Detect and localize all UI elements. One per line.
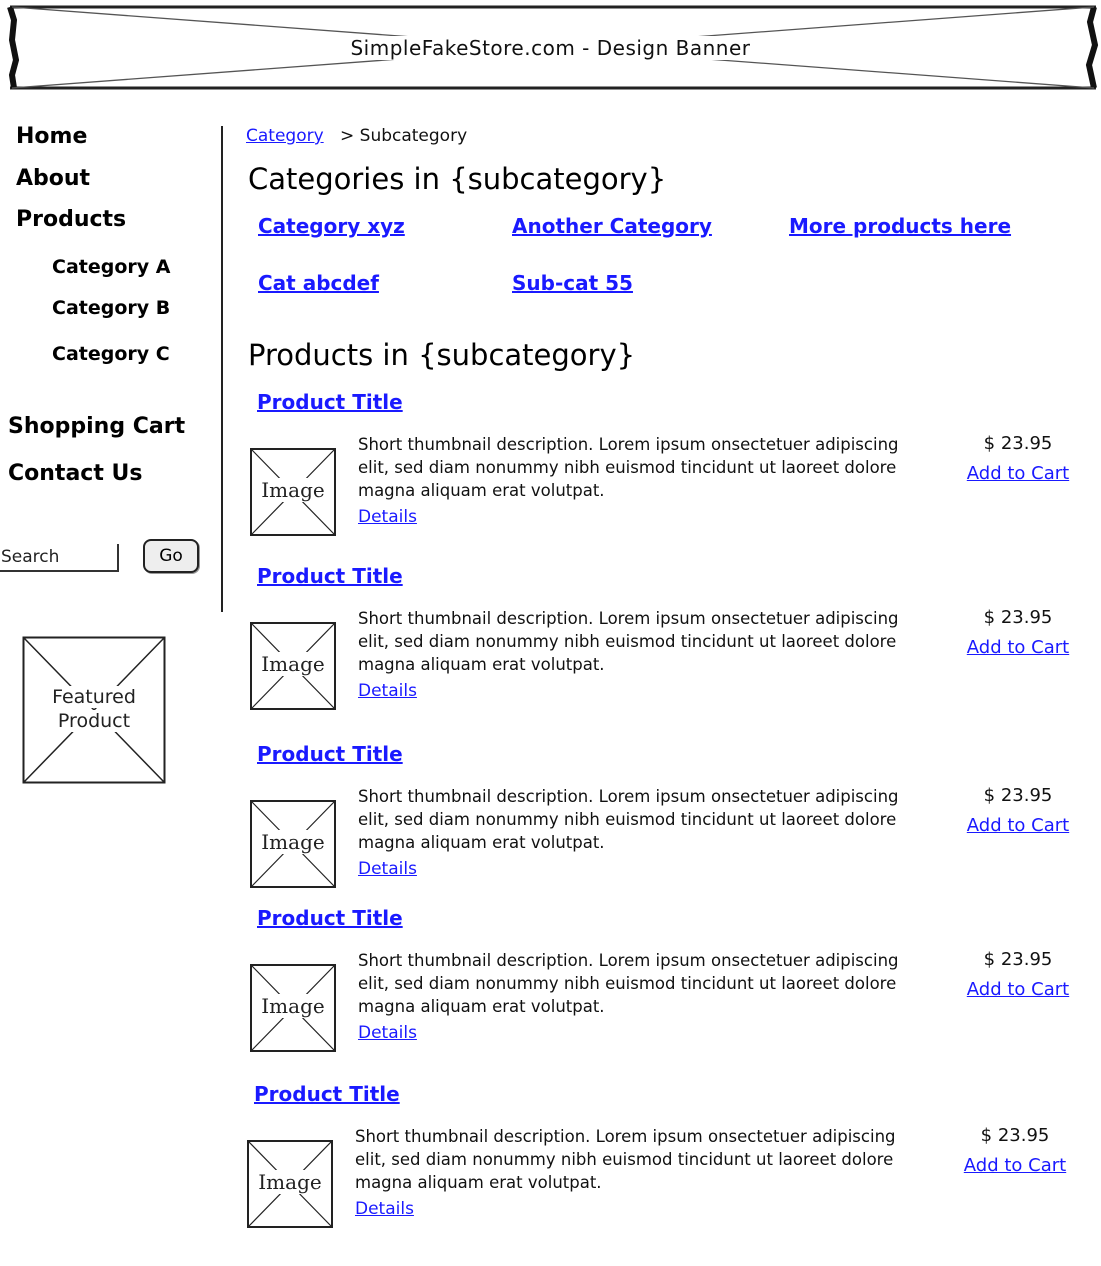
product-image-label: Image	[259, 830, 327, 854]
product-image-label: Image	[256, 1170, 324, 1194]
product-title-link[interactable]: Product Title	[254, 1082, 400, 1106]
add-to-cart-link[interactable]: Add to Cart	[960, 1155, 1070, 1176]
nav-category-c[interactable]: Category C	[52, 343, 170, 365]
nav-products[interactable]: Products	[16, 207, 126, 232]
product-price: $ 23.95	[983, 607, 1053, 628]
product-item: Product Title Image Short thumbnail desc…	[0, 904, 1101, 1074]
category-link[interactable]: Cat abcdef	[258, 271, 379, 295]
nav-category-a[interactable]: Category A	[52, 256, 170, 278]
banner-title: SimpleFakeStore.com - Design Banner	[0, 36, 1101, 60]
details-link[interactable]: Details	[355, 1199, 414, 1219]
product-price: $ 23.95	[983, 433, 1053, 454]
details-link[interactable]: Details	[358, 507, 417, 527]
add-to-cart-link[interactable]: Add to Cart	[963, 979, 1073, 1000]
product-description: Short thumbnail description. Lorem ipsum…	[358, 609, 899, 674]
breadcrumb-current: > Subcategory	[340, 126, 468, 146]
category-link[interactable]: More products here	[789, 214, 1011, 238]
details-link[interactable]: Details	[358, 681, 417, 701]
product-description: Short thumbnail description. Lorem ipsum…	[358, 435, 899, 500]
product-item: Product Title Image Short thumbnail desc…	[0, 562, 1101, 732]
details-link[interactable]: Details	[358, 1023, 417, 1043]
category-link[interactable]: Another Category	[512, 214, 712, 238]
categories-heading: Categories in {subcategory}	[248, 162, 667, 196]
product-item: Product Title Image Short thumbnail desc…	[0, 740, 1101, 910]
add-to-cart-link[interactable]: Add to Cart	[963, 637, 1073, 658]
product-title-link[interactable]: Product Title	[257, 390, 403, 414]
nav-home[interactable]: Home	[16, 124, 87, 149]
product-price: $ 23.95	[980, 1125, 1050, 1146]
product-image-label: Image	[259, 478, 327, 502]
products-heading: Products in {subcategory}	[248, 338, 636, 372]
product-price: $ 23.95	[983, 785, 1053, 806]
product-item: Product Title Image Short thumbnail desc…	[0, 388, 1101, 558]
product-item: Product Title Image Short thumbnail desc…	[0, 1080, 1101, 1250]
nav-about[interactable]: About	[16, 166, 90, 191]
product-description: Short thumbnail description. Lorem ipsum…	[358, 951, 899, 1016]
breadcrumb-category-link[interactable]: Category	[246, 126, 324, 146]
product-image-label: Image	[259, 652, 327, 676]
category-link[interactable]: Category xyz	[258, 214, 405, 238]
product-description: Short thumbnail description. Lorem ipsum…	[358, 787, 899, 852]
product-title-link[interactable]: Product Title	[257, 564, 403, 588]
product-title-link[interactable]: Product Title	[257, 742, 403, 766]
product-image-label: Image	[259, 994, 327, 1018]
product-title-link[interactable]: Product Title	[257, 906, 403, 930]
nav-category-b[interactable]: Category B	[52, 297, 170, 319]
category-link[interactable]: Sub-cat 55	[512, 271, 633, 295]
add-to-cart-link[interactable]: Add to Cart	[963, 815, 1073, 836]
product-description: Short thumbnail description. Lorem ipsum…	[355, 1127, 896, 1192]
details-link[interactable]: Details	[358, 859, 417, 879]
add-to-cart-link[interactable]: Add to Cart	[963, 463, 1073, 484]
product-price: $ 23.95	[983, 949, 1053, 970]
